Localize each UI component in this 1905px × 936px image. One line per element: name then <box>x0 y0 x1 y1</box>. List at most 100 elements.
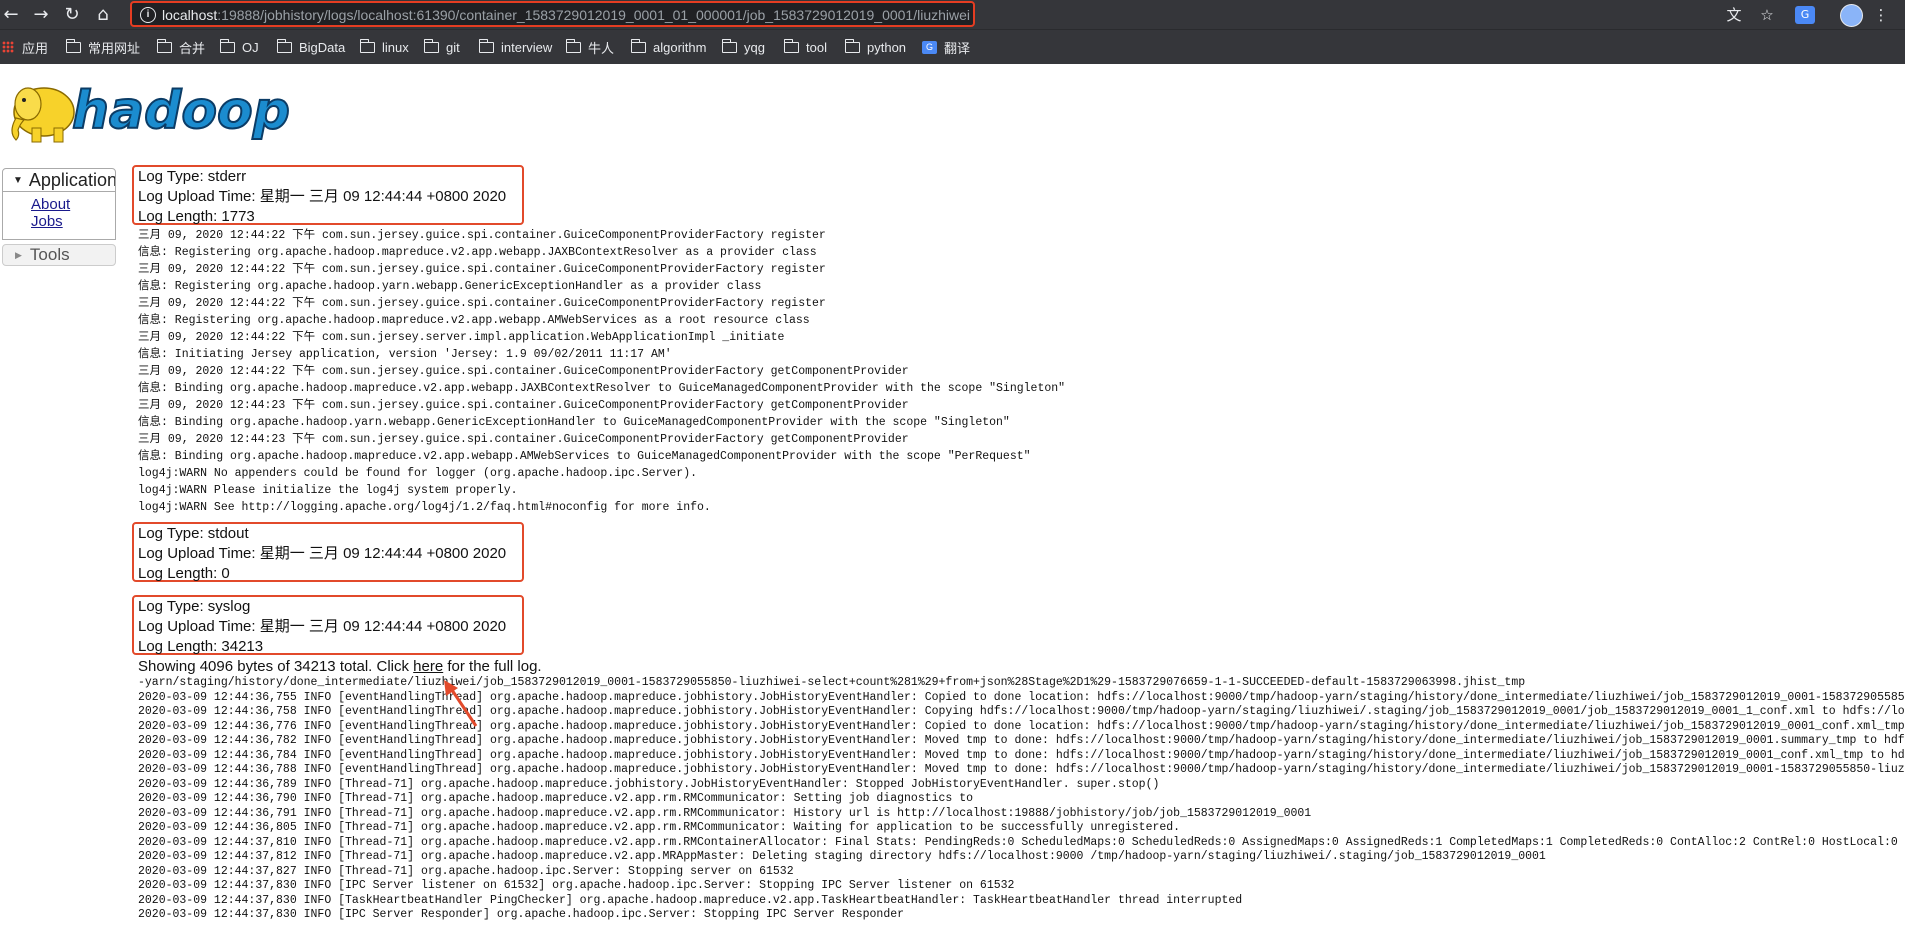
log-line: 信息: Binding org.apache.hadoop.yarn.webap… <box>138 416 1010 429</box>
showing-text-before: Showing 4096 bytes of 34213 total. Click <box>138 658 414 675</box>
application-accordion-header[interactable]: ▼ Application <box>2 168 116 192</box>
google-translate-extension-icon[interactable]: G <box>1795 6 1815 24</box>
bookmark-folder[interactable]: 牛人 <box>565 37 615 57</box>
bookmark-folder[interactable]: OJ <box>219 37 259 57</box>
bookmark-label: interview <box>501 39 553 55</box>
log-line: log4j:WARN Please initialize the log4j s… <box>138 484 518 497</box>
reload-icon[interactable]: ↻ <box>61 4 83 26</box>
log-line: 三月 09, 2020 12:44:23 下午 com.sun.jersey.g… <box>138 433 909 446</box>
bookmark-label: tool <box>806 39 827 55</box>
bookmark-label: OJ <box>242 39 259 55</box>
folder-icon <box>630 38 646 53</box>
apps-grid-icon <box>2 41 14 53</box>
sidebar: ▼ Application About Jobs ▶ Tools <box>2 168 116 266</box>
forward-icon[interactable]: → <box>30 4 52 26</box>
home-icon[interactable]: ⌂ <box>92 4 114 26</box>
log-line: 三月 09, 2020 12:44:22 下午 com.sun.jersey.g… <box>138 297 826 310</box>
profile-avatar[interactable] <box>1840 4 1863 27</box>
log-line: 信息: Binding org.apache.hadoop.mapreduce.… <box>138 450 1031 463</box>
folder-icon <box>276 38 292 53</box>
syslog-log-length: Log Length: 34213 <box>138 638 264 655</box>
log-line: 三月 09, 2020 12:44:22 下午 com.sun.jersey.g… <box>138 365 909 378</box>
bookmark-folder[interactable]: python <box>844 37 907 57</box>
bookmark-label: BigData <box>299 39 346 55</box>
syslog-showing-note: Showing 4096 bytes of 34213 total. Click… <box>138 657 542 677</box>
menu-kebab-icon[interactable]: ⋮ <box>1870 4 1892 26</box>
bookmark-folder[interactable]: algorithm <box>630 37 706 57</box>
application-label: Application <box>28 169 116 190</box>
syslog-upload-time: Log Upload Time: 星期一 三月 09 12:44:44 +080… <box>138 618 507 635</box>
log-line: 2020-03-09 12:44:36,755 INFO [eventHandl… <box>138 690 1905 704</box>
log-line: 2020-03-09 12:44:37,827 INFO [Thread-71]… <box>138 864 794 878</box>
bookmark-label: python <box>867 39 907 55</box>
tools-label: Tools <box>29 245 70 264</box>
folder-icon <box>423 38 439 53</box>
bookmark-label: 常用网址 <box>88 40 141 56</box>
log-line: -yarn/staging/history/done_intermediate/… <box>138 676 1526 689</box>
log-line: 2020-03-09 12:44:36,805 INFO [Thread-71]… <box>138 821 1181 834</box>
google-translate-icon: G <box>922 40 937 54</box>
bookmark-label: 合并 <box>179 40 206 56</box>
about-link[interactable]: About <box>31 196 115 213</box>
bookmark-folder[interactable]: BigData <box>276 37 346 57</box>
hadoop-logo[interactable]: hadoop <box>6 74 301 146</box>
bookmark-folder[interactable]: 常用网址 <box>65 37 141 57</box>
log-line: 2020-03-09 12:44:37,812 INFO [Thread-71]… <box>138 850 1546 863</box>
folder-icon <box>844 38 860 53</box>
folder-icon <box>359 38 375 53</box>
folder-icon <box>219 38 235 53</box>
log-line: 信息: Registering org.apache.hadoop.yarn.w… <box>138 280 762 293</box>
stderr-log-content: 三月 09, 2020 12:44:22 下午 com.sun.jersey.g… <box>138 227 1065 516</box>
bookmark-star-icon[interactable]: ☆ <box>1756 4 1778 26</box>
log-line: 三月 09, 2020 12:44:22 下午 com.sun.jersey.s… <box>138 331 785 344</box>
url-path: :19888/jobhistory/logs/localhost:61390/c… <box>217 7 971 23</box>
log-line: log4j:WARN See http://logging.apache.org… <box>138 501 711 514</box>
bookmark-folder[interactable]: git <box>423 37 460 57</box>
stdout-log-length: Log Length: 0 <box>138 565 230 582</box>
bookmark-folder[interactable]: 合并 <box>156 37 206 57</box>
bookmark-label: linux <box>382 39 409 55</box>
browser-toolbar: ← → ↻ ⌂ i localhost:19888/jobhistory/log… <box>0 0 1905 29</box>
log-line: 信息: Registering org.apache.hadoop.mapred… <box>138 314 810 327</box>
bookmark-folder[interactable]: tool <box>783 37 827 57</box>
bookmark-folder[interactable]: yqg <box>721 37 765 57</box>
bookmark-label: 牛人 <box>588 40 615 56</box>
log-line: 三月 09, 2020 12:44:22 下午 com.sun.jersey.g… <box>138 263 826 276</box>
translate-page-icon[interactable]: 文 <box>1723 4 1745 26</box>
bookmark-apps[interactable]: 应用 <box>2 37 48 57</box>
stderr-log-type: Log Type: stderr <box>138 168 247 185</box>
back-icon[interactable]: ← <box>0 4 22 26</box>
log-line: 2020-03-09 12:44:36,784 INFO [eventHandl… <box>138 748 1905 762</box>
log-line: 2020-03-09 12:44:37,830 INFO [IPC Server… <box>138 879 1015 892</box>
stdout-log-type: Log Type: stdout <box>138 525 249 542</box>
bookmark-translate[interactable]: G 翻译 <box>922 37 970 57</box>
address-bar[interactable]: i localhost:19888/jobhistory/logs/localh… <box>130 1 975 27</box>
hadoop-wordmark: hadoop <box>72 81 290 141</box>
full-log-here-link[interactable]: here <box>413 658 443 675</box>
log-line: 信息: Binding org.apache.hadoop.mapreduce.… <box>138 382 1066 395</box>
log-line: 2020-03-09 12:44:37,810 INFO [Thread-71]… <box>138 835 1905 849</box>
log-line: 2020-03-09 12:44:36,776 INFO [eventHandl… <box>138 719 1905 733</box>
folder-icon <box>565 38 581 53</box>
folder-icon <box>478 38 494 53</box>
folder-icon <box>156 38 172 53</box>
bookmarks-bar: 应用 常用网址 合并 OJ BigData linux git intervie… <box>0 29 1905 64</box>
log-line: 三月 09, 2020 12:44:23 下午 com.sun.jersey.g… <box>138 399 909 412</box>
folder-icon <box>721 38 737 53</box>
syslog-log-content: -yarn/staging/history/done_intermediate/… <box>138 676 1905 923</box>
tools-accordion-header[interactable]: ▶ Tools <box>2 244 116 266</box>
log-line: 信息: Initiating Jersey application, versi… <box>138 348 672 361</box>
log-line: 信息: Registering org.apache.hadoop.mapred… <box>138 246 817 259</box>
bookmark-folder[interactable]: linux <box>359 37 409 57</box>
url-text[interactable]: localhost:19888/jobhistory/logs/localhos… <box>162 7 970 23</box>
site-info-icon[interactable]: i <box>140 7 156 23</box>
jobs-link[interactable]: Jobs <box>31 213 115 230</box>
bookmark-label: 翻译 <box>944 40 971 56</box>
bookmark-folder[interactable]: interview <box>478 37 553 57</box>
log-line: 三月 09, 2020 12:44:22 下午 com.sun.jersey.g… <box>138 229 826 242</box>
stdout-upload-time: Log Upload Time: 星期一 三月 09 12:44:44 +080… <box>138 545 507 562</box>
bookmark-label: git <box>446 39 460 55</box>
elephant-icon <box>11 87 75 143</box>
log-line: 2020-03-09 12:44:36,758 INFO [eventHandl… <box>138 705 1905 718</box>
url-host: localhost <box>162 7 218 23</box>
